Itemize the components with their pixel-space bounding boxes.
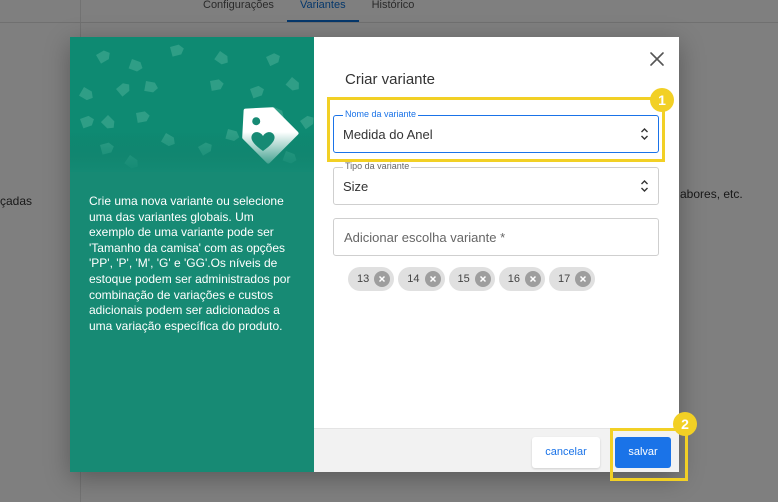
choice-chip: 13 <box>348 267 395 291</box>
modal-info-panel: Crie uma nova variante ou selecione uma … <box>70 37 314 472</box>
step-badge-2: 2 <box>673 412 697 436</box>
variant-type-select[interactable]: Tipo da variante Size <box>333 161 659 205</box>
add-variant-choice-input[interactable]: Adicionar escolha variante * <box>333 218 659 256</box>
updown-chevron-icon <box>641 180 648 192</box>
remove-chip-button[interactable] <box>424 271 441 287</box>
variant-type-label: Tipo da variante <box>343 161 412 172</box>
variant-type-value: Size <box>343 179 369 194</box>
remove-chip-button[interactable] <box>474 271 491 287</box>
chip-label: 13 <box>357 273 370 285</box>
add-choice-placeholder: Adicionar escolha variante * <box>344 230 506 245</box>
variant-help-text: Crie uma nova variante ou selecione uma … <box>89 194 291 333</box>
remove-chip-button[interactable] <box>374 271 391 287</box>
choice-chip: 16 <box>498 267 545 291</box>
remove-icon <box>580 275 587 283</box>
remove-chip-button[interactable] <box>525 271 541 287</box>
highlight-save <box>610 428 688 481</box>
cancel-button[interactable]: cancelar <box>532 437 600 468</box>
hero-illustration <box>70 37 314 172</box>
choice-chip: 14 <box>398 267 445 291</box>
remove-chip-button[interactable] <box>575 271 592 287</box>
remove-icon <box>429 275 436 283</box>
highlight-variant-name <box>327 97 665 162</box>
remove-icon <box>479 275 486 283</box>
close-icon <box>650 52 664 66</box>
remove-icon <box>529 275 537 283</box>
chip-label: 17 <box>558 273 571 285</box>
choice-chip: 15 <box>448 267 495 291</box>
chip-label: 15 <box>457 273 470 285</box>
remove-icon <box>379 275 386 283</box>
hero-fade <box>70 132 314 172</box>
chip-label: 14 <box>407 273 420 285</box>
modal-title: Criar variante <box>345 71 436 88</box>
step-badge-1: 1 <box>650 88 674 112</box>
chip-label: 16 <box>507 273 520 285</box>
variant-choices-list: 13 14 15 16 17 <box>348 267 596 291</box>
choice-chip: 17 <box>549 267 596 291</box>
close-button[interactable] <box>647 49 667 69</box>
